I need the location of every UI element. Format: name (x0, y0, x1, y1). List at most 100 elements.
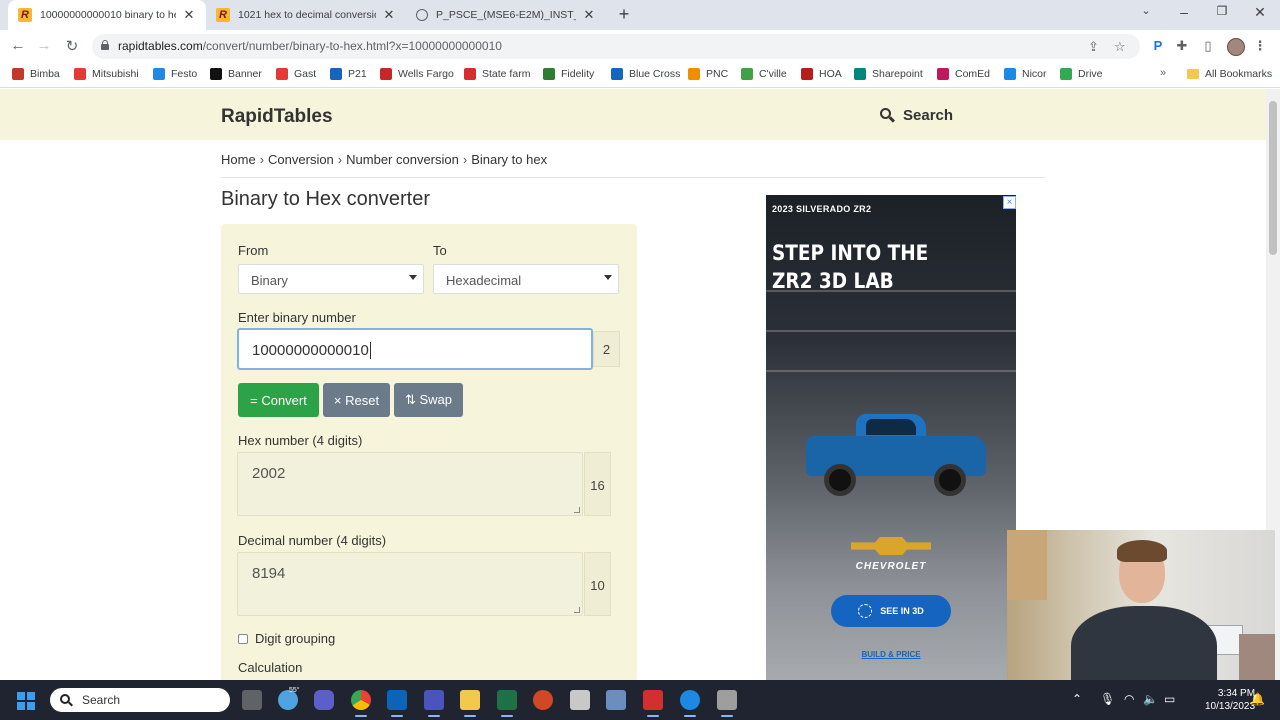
browser-menu-icon[interactable]: ⋮ (1252, 38, 1268, 54)
microphone-icon[interactable]: 🎙 (1100, 692, 1115, 706)
profile-avatar[interactable] (1227, 38, 1245, 56)
browser-toolbar: ← → ↻ rapidtables.com/convert/number/bin… (0, 30, 1280, 63)
address-bar[interactable]: rapidtables.com/convert/number/binary-to… (92, 34, 1140, 59)
battery-icon[interactable]: ▭ (1164, 692, 1175, 706)
taskbar-clock[interactable]: 3:34 PM 10/13/2023 (1205, 687, 1255, 713)
tray-overflow-chevron-icon[interactable]: ⌃ (1072, 692, 1082, 706)
swap-button[interactable]: ⇅ Swap (394, 383, 463, 417)
remote-app-icon[interactable] (680, 690, 700, 717)
all-bookmarks[interactable]: All Bookmarks (1187, 68, 1272, 80)
bookmark-festo[interactable]: Festo (153, 68, 197, 80)
site-search-button[interactable]: Search (880, 107, 953, 124)
chevrolet-ad[interactable]: × 2023 SILVERADO ZR2 STEP INTO THE ZR2 3… (766, 195, 1016, 680)
see-in-3d-button[interactable]: SEE IN 3D (831, 595, 951, 627)
breadcrumb-binary-to-hex[interactable]: Binary to hex (471, 152, 547, 167)
breadcrumb-home[interactable]: Home (221, 152, 256, 167)
close-tab-icon[interactable]: ✕ (182, 7, 196, 23)
chrome-icon[interactable] (351, 690, 371, 717)
taskbar-search-box[interactable]: Search (50, 688, 230, 712)
file-explorer-icon[interactable] (460, 690, 480, 717)
bookmark-wells-fargo[interactable]: Wells Fargo (380, 68, 454, 80)
bookmark-sharepoint[interactable]: Sharepoint (854, 68, 923, 80)
breadcrumb-conversion[interactable]: Conversion (268, 152, 334, 167)
from-select[interactable]: Binary (238, 264, 424, 294)
tab-search-chevron-icon[interactable]: ⌄ (1136, 4, 1156, 17)
notification-bell-icon[interactable]: 🔔 (1250, 692, 1265, 706)
acrobat-icon[interactable] (643, 690, 663, 717)
forward-arrow-icon[interactable]: → (34, 37, 54, 54)
convert-button[interactable]: = Convert (238, 383, 319, 417)
lock-icon[interactable] (101, 40, 109, 50)
bookmark-fidelity[interactable]: Fidelity (543, 68, 594, 80)
reset-button[interactable]: × Reset (323, 383, 390, 417)
teams-icon[interactable] (424, 690, 444, 717)
scrollbar-thumb[interactable] (1269, 101, 1277, 255)
app-window-icon[interactable] (717, 690, 737, 717)
restore-icon[interactable]: ❐ (1212, 4, 1232, 18)
calculator-icon[interactable] (570, 690, 590, 710)
breadcrumb-separator: › (337, 152, 343, 167)
extension-p-icon[interactable]: P (1150, 38, 1166, 54)
breadcrumb-number-conversion[interactable]: Number conversion (346, 152, 459, 167)
volume-icon[interactable]: 🔈 (1143, 692, 1158, 706)
bookmarks-bar: » All Bookmarks Bimba Mitsubishi Festo Bann… (0, 63, 1280, 88)
weather-temp: 55° (289, 687, 300, 694)
binary-number-input[interactable]: 10000000000010 (237, 328, 593, 370)
powerpoint-icon[interactable] (533, 690, 553, 710)
tab-hex-to-decimal[interactable]: R 1021 hex to decimal conversion ✕ (206, 0, 406, 30)
decimal-output-field[interactable]: 8194 (237, 552, 583, 616)
bookmark-blue-cross[interactable]: Blue Cross (611, 68, 680, 80)
bookmark-gast[interactable]: Gast (276, 68, 316, 80)
share-icon[interactable]: ⇪ (1088, 39, 1099, 55)
side-panel-icon[interactable]: ▯ (1200, 38, 1216, 54)
bookmark-star-icon[interactable]: ☆ (1114, 39, 1126, 55)
bookmark-p21[interactable]: P21 (330, 68, 367, 80)
breadcrumb-divider (221, 177, 1045, 178)
extensions-puzzle-icon[interactable]: ✚ (1174, 38, 1190, 54)
bookmark-banner[interactable]: Banner (210, 68, 262, 80)
bookmark-favicon-icon (153, 68, 165, 80)
chat-icon[interactable] (314, 690, 334, 710)
reload-icon[interactable]: ↻ (62, 37, 82, 55)
calculation-heading: Calculation (238, 660, 303, 675)
windows-start-icon[interactable] (17, 692, 35, 710)
digit-grouping-checkbox[interactable] (238, 634, 248, 644)
to-select[interactable]: Hexadecimal (433, 264, 619, 294)
close-window-icon[interactable]: ✕ (1250, 4, 1270, 21)
close-tab-icon[interactable]: ✕ (382, 7, 396, 23)
close-tab-icon[interactable]: ✕ (582, 7, 596, 23)
excel-icon[interactable] (497, 690, 517, 717)
bookmark-state-farm[interactable]: State farm (464, 68, 530, 80)
back-arrow-icon[interactable]: ← (8, 37, 28, 54)
bookmark-drive[interactable]: Drive (1060, 68, 1103, 80)
bookmark-bimba[interactable]: Bimba (12, 68, 60, 80)
decimal-output-label: Decimal number (4 digits) (238, 533, 387, 548)
tab-festo-manual[interactable]: P_PSCE_(MSE6-E2M)_INST_1_en ✕ (406, 0, 606, 30)
more-bookmarks-icon[interactable]: » (1160, 67, 1166, 79)
bookmark-hoa[interactable]: HOA (801, 68, 842, 80)
resize-handle-icon[interactable] (574, 507, 580, 513)
ad-close-icon[interactable]: × (1003, 196, 1016, 209)
bookmark-pnc[interactable]: PNC (688, 68, 728, 80)
wifi-icon[interactable]: ◠ (1124, 692, 1134, 706)
bookmark-label: Mitsubishi (92, 68, 139, 80)
bookmark-c-ville[interactable]: C'ville (741, 68, 787, 80)
bookmark-mitsubishi[interactable]: Mitsubishi (74, 68, 139, 80)
new-tab-icon[interactable]: + (614, 4, 634, 25)
resize-handle-icon[interactable] (574, 607, 580, 613)
build-and-price-link[interactable]: BUILD & PRICE (766, 650, 1016, 659)
task-view-icon[interactable] (242, 690, 262, 710)
snipping-tool-icon[interactable] (606, 690, 626, 710)
bookmark-label: Drive (1078, 68, 1103, 80)
hex-output-field[interactable]: 2002 (237, 452, 583, 516)
bookmark-nicor[interactable]: Nicor (1004, 68, 1047, 80)
ad-tagline: 2023 SILVERADO ZR2 (772, 204, 872, 214)
bookmark-comed[interactable]: ComEd (937, 68, 990, 80)
outlook-icon[interactable] (387, 690, 407, 717)
tab-binary-to-hex[interactable]: R 10000000000010 binary to hex ✕ (8, 0, 206, 30)
bookmark-favicon-icon (1060, 68, 1072, 80)
minimize-icon[interactable]: – (1174, 4, 1194, 20)
rapidtables-favicon: R (18, 8, 32, 22)
digit-grouping-label[interactable]: Digit grouping (255, 631, 335, 646)
site-logo[interactable]: RapidTables (221, 106, 333, 128)
